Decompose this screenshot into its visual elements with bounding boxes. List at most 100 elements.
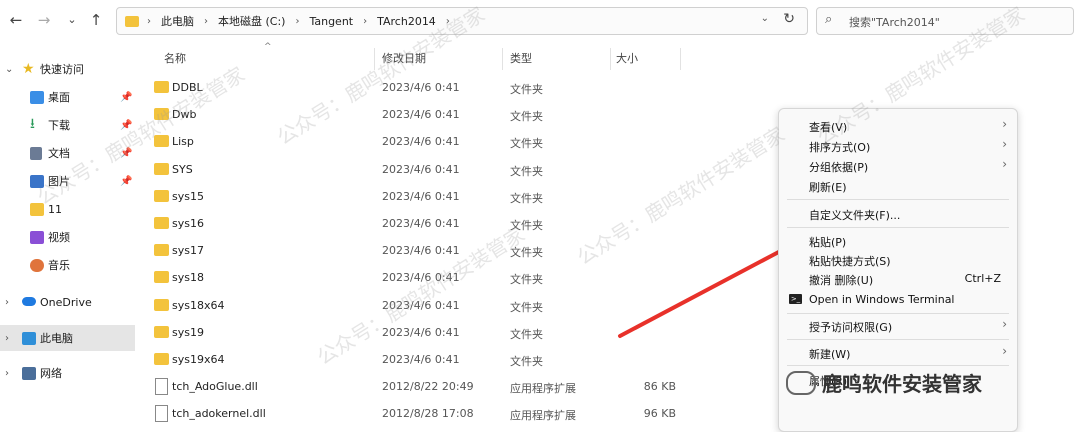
file-type: 文件夹 — [510, 246, 543, 260]
sidebar-item-documents[interactable]: 文档 📌 — [0, 140, 135, 166]
column-divider[interactable] — [502, 48, 503, 70]
chevron-right-icon[interactable]: › — [5, 333, 9, 344]
file-row[interactable]: SYS 2023/4/6 0:41 文件夹 — [140, 156, 780, 183]
menu-item-paste[interactable]: 粘贴(P) — [779, 230, 1017, 250]
sidebar-item-pictures[interactable]: 图片 📌 — [0, 168, 135, 194]
chevron-right-icon[interactable]: › — [446, 16, 450, 27]
folder-icon — [154, 189, 169, 202]
file-row[interactable]: sys18 2023/4/6 0:41 文件夹 — [140, 264, 780, 291]
menu-item-label: 自定义文件夹(F)... — [809, 209, 901, 222]
column-header-type[interactable]: 类型 — [510, 44, 532, 74]
chevron-right-icon[interactable]: › — [363, 16, 367, 27]
menu-item-label: 粘贴(P) — [809, 236, 847, 249]
file-row[interactable]: sys16 2023/4/6 0:41 文件夹 — [140, 210, 780, 237]
file-type: 文件夹 — [510, 300, 543, 314]
forward-arrow-icon[interactable]: → — [34, 10, 54, 30]
file-row[interactable]: DDBL 2023/4/6 0:41 文件夹 — [140, 74, 780, 101]
refresh-icon[interactable]: ↻ — [783, 11, 795, 27]
chevron-right-icon: › — [1002, 137, 1007, 151]
file-row[interactable]: sys17 2023/4/6 0:41 文件夹 — [140, 237, 780, 264]
sidebar-item-11[interactable]: 11 — [0, 196, 135, 222]
brand-logo: 鹿鸣软件安装管家 — [786, 368, 982, 397]
file-name: tch_AdoGlue.dll — [172, 380, 258, 394]
sidebar-item-label: 桌面 — [48, 91, 70, 104]
folder-icon — [154, 135, 169, 148]
file-row[interactable]: Dwb 2023/4/6 0:41 文件夹 — [140, 101, 780, 128]
search-placeholder: 搜索"TArch2014" — [849, 16, 940, 29]
file-name: sys16 — [172, 217, 204, 230]
file-name: sys17 — [172, 244, 204, 258]
file-row[interactable]: sys19x64 2023/4/6 0:41 文件夹 — [140, 346, 780, 373]
pin-icon[interactable]: 📌 — [120, 176, 132, 187]
wechat-icon — [786, 370, 816, 395]
menu-item-label: Open in Windows Terminal — [809, 293, 955, 306]
sidebar-item-network[interactable]: › 网络 — [0, 360, 135, 386]
sidebar-item-videos[interactable]: 视频 — [0, 224, 135, 250]
file-row[interactable]: sys15 2023/4/6 0:41 文件夹 — [140, 183, 780, 210]
search-box[interactable]: ⌕ 搜索"TArch2014" — [816, 7, 1074, 35]
menu-item-label: 刷新(E) — [809, 181, 847, 194]
menu-item-customize-folder[interactable]: 自定义文件夹(F)... — [779, 203, 1017, 223]
breadcrumb-this-pc[interactable]: 此电脑 — [161, 13, 194, 29]
folder-icon — [154, 108, 169, 121]
menu-item-sort[interactable]: 排序方式(O) › — [779, 135, 1017, 155]
chevron-right-icon[interactable]: › — [5, 368, 9, 379]
sidebar-item-desktop[interactable]: 桌面 📌 — [0, 84, 135, 110]
column-header-size[interactable]: 大小 — [616, 44, 638, 74]
menu-item-paste-shortcut[interactable]: 粘贴快捷方式(S) — [779, 249, 1017, 269]
folder-icon — [154, 217, 169, 229]
file-row[interactable]: tch_adokernel.dll 2012/8/28 17:08 应用程序扩展 96… — [140, 400, 780, 427]
menu-item-label: 授予访问权限(G) — [809, 321, 893, 334]
file-name: Dwb — [172, 108, 197, 122]
menu-item-undo-delete[interactable]: 撤消 删除(U) Ctrl+Z — [779, 268, 1017, 288]
recent-dropdown-icon[interactable]: ⌄ — [62, 10, 82, 30]
menu-item-view[interactable]: 查看(V) › — [779, 115, 1017, 135]
menu-item-refresh[interactable]: 刷新(E) — [779, 175, 1017, 195]
file-size: 86 KB — [643, 380, 676, 394]
column-header-name[interactable]: 名称 — [164, 44, 186, 74]
address-dropdown-icon[interactable]: ⌄ — [761, 13, 769, 24]
sidebar-item-onedrive[interactable]: › OneDrive — [0, 289, 135, 315]
folder-icon — [154, 162, 169, 175]
menu-item-label: 粘贴快捷方式(S) — [809, 255, 891, 268]
chevron-right-icon[interactable]: › — [5, 297, 9, 308]
sidebar-item-quick-access[interactable]: ⌄ ★ 快速访问 — [0, 56, 135, 82]
sidebar-item-music[interactable]: 音乐 — [0, 252, 135, 278]
sidebar-item-label: 视频 — [48, 231, 70, 244]
breadcrumb: › 此电脑 › 本地磁盘 (C:) › Tangent › TArch2014 … — [125, 13, 460, 29]
back-arrow-icon[interactable]: ← — [6, 10, 26, 30]
pin-icon[interactable]: 📌 — [120, 92, 132, 103]
breadcrumb-tangent[interactable]: Tangent — [309, 15, 353, 28]
menu-item-open-terminal[interactable]: >_ Open in Windows Terminal — [779, 289, 1017, 309]
folder-icon — [154, 81, 169, 93]
chevron-right-icon[interactable]: › — [295, 16, 299, 27]
chevron-down-icon[interactable]: ⌄ — [5, 64, 13, 75]
file-row[interactable]: sys18x64 2023/4/6 0:41 文件夹 — [140, 292, 780, 319]
file-row[interactable]: Lisp 2023/4/6 0:41 文件夹 — [140, 128, 780, 155]
breadcrumb-tarch2014[interactable]: TArch2014 — [377, 15, 436, 28]
chevron-right-icon[interactable]: › — [204, 16, 208, 27]
download-icon: ⭳ — [30, 116, 35, 132]
file-type: 文件夹 — [510, 191, 543, 205]
file-row[interactable]: tch_AdoGlue.dll 2012/8/22 20:49 应用程序扩展 86 K… — [140, 373, 780, 400]
up-arrow-icon[interactable]: ↑ — [86, 10, 106, 30]
sidebar-item-downloads[interactable]: ⭳ 下载 📌 — [0, 112, 135, 138]
menu-item-grant-access[interactable]: 授予访问权限(G) › — [779, 315, 1017, 335]
pin-icon[interactable]: 📌 — [120, 148, 132, 159]
chevron-right-icon[interactable]: › — [147, 16, 151, 27]
menu-item-new[interactable]: 新建(W) › — [779, 342, 1017, 362]
address-bar[interactable]: › 此电脑 › 本地磁盘 (C:) › Tangent › TArch2014 … — [116, 7, 808, 35]
breadcrumb-local-disk[interactable]: 本地磁盘 (C:) — [218, 13, 285, 29]
sidebar-item-this-pc[interactable]: › 此电脑 — [0, 325, 135, 351]
column-divider[interactable] — [374, 48, 375, 70]
column-divider[interactable] — [680, 48, 681, 70]
column-divider[interactable] — [610, 48, 611, 70]
folder-icon — [30, 203, 44, 216]
menu-item-label: 分组依据(P) — [809, 161, 869, 174]
pin-icon[interactable]: 📌 — [120, 120, 132, 131]
file-date: 2023/4/6 0:41 — [382, 353, 460, 366]
sidebar-item-label: 快速访问 — [40, 63, 84, 76]
menu-item-group[interactable]: 分组依据(P) › — [779, 155, 1017, 175]
file-row[interactable]: sys19 2023/4/6 0:41 文件夹 — [140, 319, 780, 346]
column-header-date[interactable]: 修改日期 — [382, 44, 426, 74]
